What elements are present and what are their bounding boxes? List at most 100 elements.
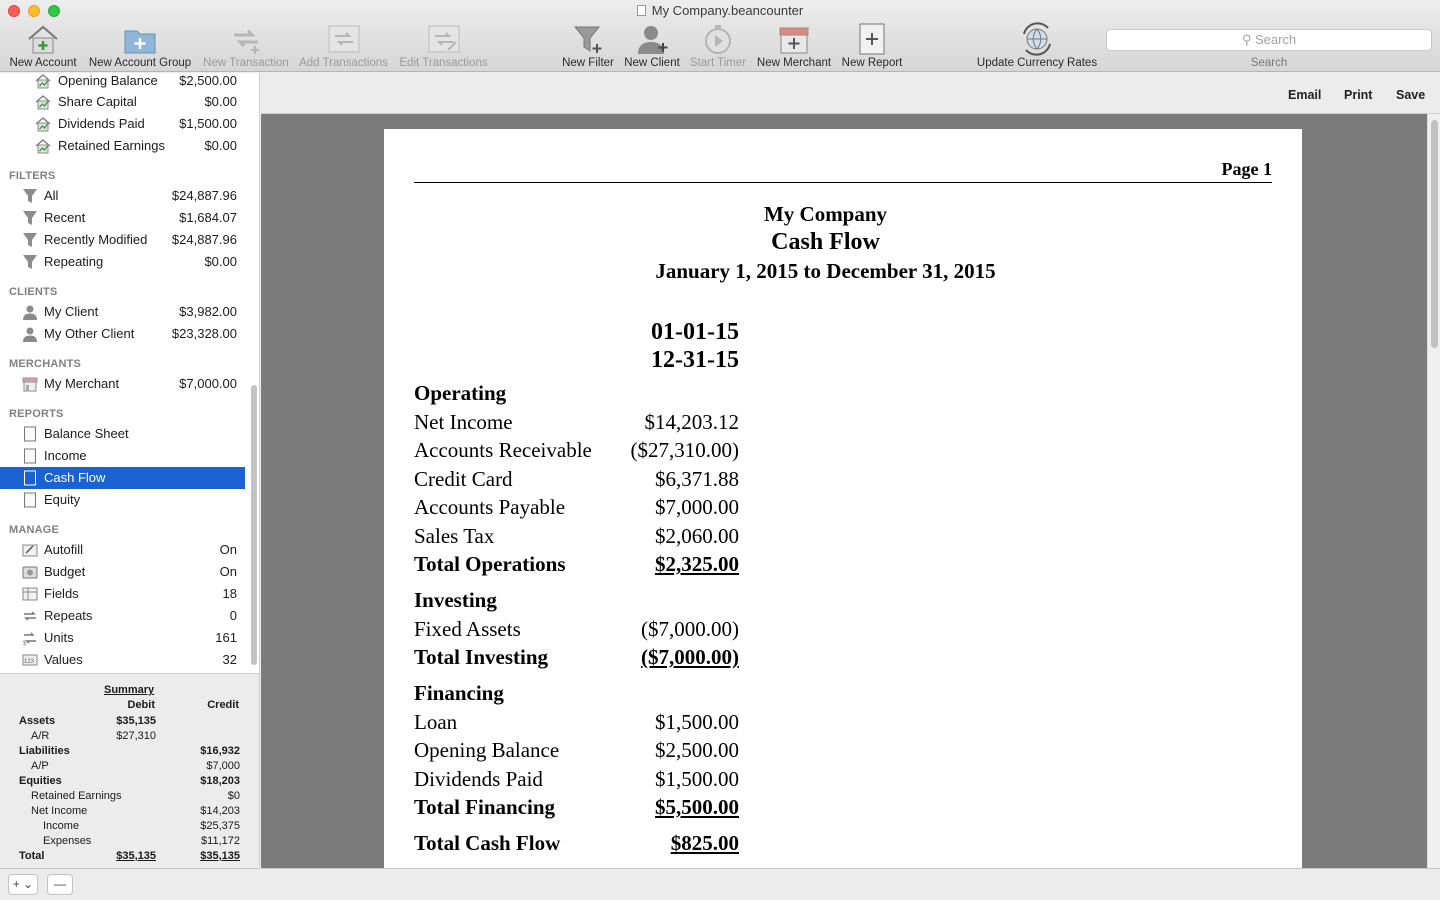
sidebar-item-filter[interactable]: Repeating $0.00: [0, 251, 245, 273]
save-button[interactable]: Save: [1396, 88, 1425, 102]
report-line: Opening Balance $2,500.00: [414, 738, 739, 766]
summary-row: Retained Earnings $0: [0, 789, 260, 804]
new-filter-button[interactable]: New Filter: [558, 22, 618, 70]
sidebar-item-amount: $2,500.00: [179, 73, 237, 88]
add-transactions-button[interactable]: Add Transactions: [296, 22, 391, 70]
sidebar-item-label: Balance Sheet: [44, 426, 129, 441]
section-heading-operating: Operating: [414, 381, 739, 409]
sidebar-item-filter[interactable]: Recently Modified $24,887.96: [0, 229, 245, 251]
sidebar-item-filter[interactable]: All $24,887.96: [0, 185, 245, 207]
new-merchant-button[interactable]: New Merchant: [754, 22, 834, 70]
sidebar-item-label: Autofill: [44, 542, 84, 557]
section-heading-financing: Financing: [414, 681, 739, 709]
summary-row-credit: $7,000: [206, 760, 240, 772]
sidebar-item-label: Opening Balance: [58, 73, 158, 88]
sidebar-item-amount: $24,887.96: [171, 188, 237, 203]
column-start-date: 01-01-15: [651, 319, 739, 345]
update-currency-rates-button[interactable]: Update Currency Rates: [972, 22, 1102, 70]
sidebar-item-label: My Merchant: [44, 376, 120, 391]
report-scrollbar[interactable]: [1427, 114, 1440, 868]
sidebar-item-label: Recent: [44, 210, 86, 225]
new-report-button[interactable]: New Report: [838, 22, 906, 70]
autofill-icon: [22, 542, 38, 558]
summary-row: Assets $35,135: [0, 714, 260, 729]
report-scrollbar-thumb[interactable]: [1431, 120, 1438, 348]
new-account-button[interactable]: New Account: [6, 22, 80, 70]
sidebar-item-label: Repeats: [44, 608, 93, 623]
email-button[interactable]: Email: [1288, 88, 1321, 102]
report-line-value: $2,500.00: [655, 738, 739, 762]
edit-transactions-button[interactable]: Edit Transactions: [396, 22, 491, 70]
edit-transactions-icon: [428, 25, 459, 53]
sidebar-item-amount: 0: [229, 608, 237, 623]
report-company: My Company: [763, 202, 888, 226]
sidebar-item-manage[interactable]: $ Units 161: [0, 627, 245, 649]
new-account-group-button[interactable]: New Account Group: [86, 22, 194, 70]
sidebar-item-filter[interactable]: Recent $1,684.07: [0, 207, 245, 229]
storefront-plus-icon: [779, 27, 809, 54]
report-line-value: $1,500.00: [655, 710, 739, 734]
section-header-reports: REPORTS: [9, 408, 64, 420]
filter-icon: [22, 232, 38, 248]
report-line-value: $14,203.12: [644, 410, 740, 434]
sidebar-scrollbar[interactable]: [251, 385, 257, 665]
summary-row-label: Income: [43, 820, 80, 832]
summary-debit-header: Debit: [127, 699, 156, 711]
summary-row-credit: $25,375: [200, 820, 240, 832]
account-icon: [35, 116, 51, 132]
sidebar-item-client[interactable]: My Client $3,982.00: [0, 301, 245, 323]
summary-row-credit: $14,203: [200, 805, 240, 817]
sidebar-item-merchant[interactable]: My Merchant $7,000.00: [0, 373, 245, 395]
report-line: Dividends Paid $1,500.00: [414, 767, 739, 795]
add-menu-button[interactable]: + ⌄: [8, 874, 38, 895]
search-icon: ⚲: [1241, 32, 1255, 47]
summary-row-credit: $35,135: [200, 850, 240, 862]
sidebar-item-amount: $7,000.00: [179, 376, 237, 391]
sidebar-item-account[interactable]: Dividends Paid $1,500.00: [0, 113, 245, 135]
sidebar-item-account[interactable]: Retained Earnings $0.00: [0, 135, 245, 157]
sidebar-item-client[interactable]: My Other Client $23,328.00: [0, 323, 245, 345]
sidebar-item-report[interactable]: Income: [0, 445, 245, 467]
sidebar-item-manage[interactable]: 123 Values 32: [0, 649, 245, 671]
new-client-button[interactable]: New Client: [620, 22, 684, 70]
sidebar-item-label: Income: [44, 448, 87, 463]
sidebar-item-account[interactable]: Share Capital $0.00: [0, 91, 245, 113]
summary-row-label: Retained Earnings: [31, 790, 122, 802]
sidebar-item-manage[interactable]: Repeats 0: [0, 605, 245, 627]
sidebar-item-report[interactable]: Equity: [0, 489, 245, 511]
report-line: Credit Card $6,371.88: [414, 467, 739, 495]
bottom-bar: + ⌄ —: [0, 868, 1440, 900]
report-line-label: Net Income: [414, 410, 513, 434]
sidebar-item-label: Cash Flow: [44, 470, 106, 485]
summary-row-credit: $11,172: [201, 835, 240, 847]
report-line-value: $2,060.00: [655, 524, 739, 548]
sidebar-item-manage[interactable]: Autofill On: [0, 539, 245, 561]
report-line-label: Total Investing: [414, 645, 549, 669]
sidebar-item-manage[interactable]: Budget On: [0, 561, 245, 583]
sidebar-item-amount: $1,500.00: [179, 116, 237, 131]
column-end-date: 12-31-15: [651, 347, 739, 373]
summary-row-debit: $27,310: [116, 730, 156, 742]
sidebar-item-label: Retained Earnings: [58, 138, 165, 153]
section-heading-investing: Investing: [414, 588, 739, 616]
report-line-value: $2,325.00: [655, 552, 739, 576]
new-transaction-button[interactable]: New Transaction: [200, 22, 292, 70]
report-line-label: Accounts Receivable: [414, 438, 592, 462]
report-viewer: Page 1 My Company Cash Flow January 1, 2…: [261, 114, 1427, 868]
search-label: Search: [1250, 57, 1288, 69]
total-investing-row: Total Investing ($7,000.00): [414, 645, 739, 673]
print-button[interactable]: Print: [1344, 88, 1372, 102]
sidebar-item-manage[interactable]: Fields 18: [0, 583, 245, 605]
sidebar-item-account[interactable]: Opening Balance $2,500.00: [0, 73, 245, 92]
start-timer-button[interactable]: Start Timer: [686, 22, 750, 70]
report-line-value: $6,371.88: [655, 467, 739, 491]
search-input[interactable]: ⚲ Search: [1106, 29, 1432, 51]
remove-button[interactable]: —: [47, 874, 73, 895]
summary-panel: Summary Debit Credit Assets $35,135 A/R $27…: [0, 673, 260, 867]
report-line-label: Loan: [414, 710, 458, 734]
sidebar-item-report[interactable]: Balance Sheet: [0, 423, 245, 445]
sidebar-item-report[interactable]: Cash Flow: [0, 467, 245, 489]
summary-title: Summary: [104, 684, 155, 696]
report-line: Accounts Receivable ($27,310.00): [414, 438, 739, 466]
summary-row-credit: $0: [227, 790, 240, 802]
